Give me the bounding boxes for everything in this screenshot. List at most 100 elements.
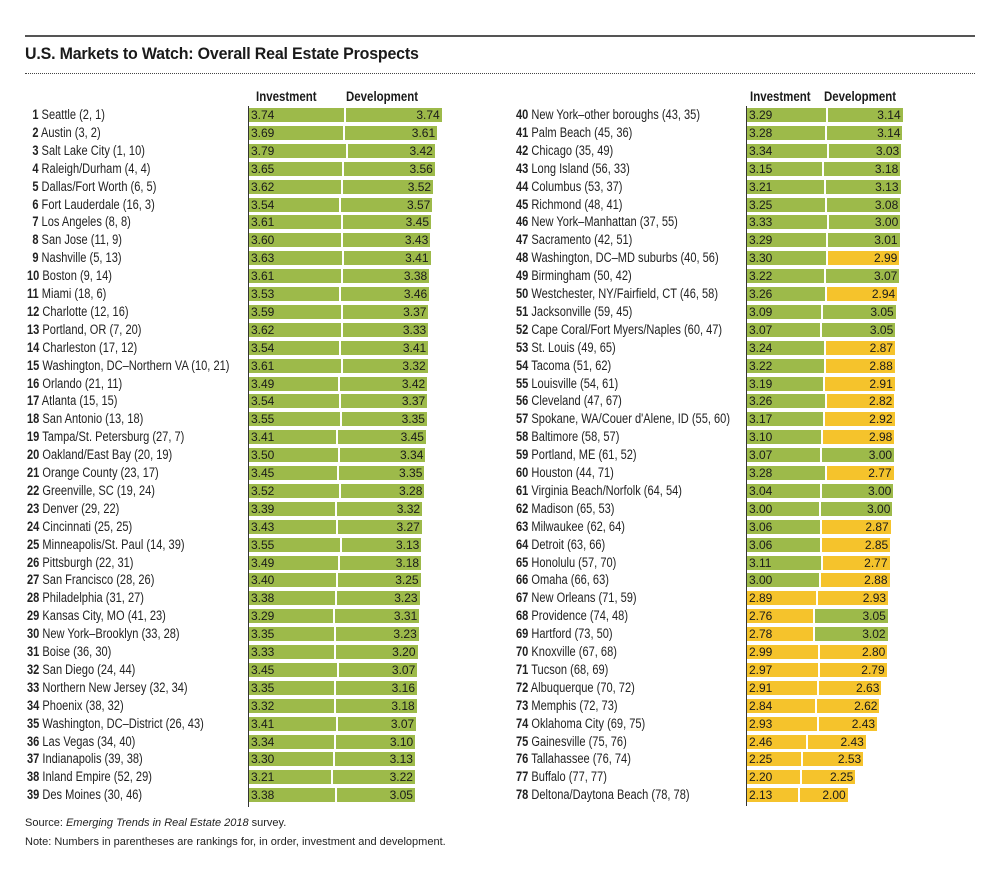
table-row: 40 New York–other boroughs (43, 35) 3.29 3… xyxy=(0,106,1000,124)
table-row: 44 Columbus (53, 37) 3.21 3.13 xyxy=(0,178,1000,196)
rank-number: 70 xyxy=(516,644,529,659)
rank-number: 58 xyxy=(516,429,529,445)
source-title: Emerging Trends in Real Estate 2018 xyxy=(65,817,249,829)
market-name: Columbus (53, 37) xyxy=(528,178,623,194)
market-name: Madison (65, 53) xyxy=(528,500,615,516)
market-label: 57 Spokane, WA/Couer d'Alene, ID (55, 60… xyxy=(516,410,730,428)
table-row: 56 Cleveland (47, 67) 3.26 2.82 xyxy=(0,392,1000,410)
market-label: 51 Jacksonville (59, 45) xyxy=(516,303,632,321)
investment-bar: 3.19 xyxy=(747,376,824,391)
table-row: 77 Buffalo (77, 77) 2.20 2.25 xyxy=(0,768,1000,786)
market-name: Portland, ME (61, 52) xyxy=(528,447,637,463)
market-name: Sacramento (42, 51) xyxy=(528,232,633,248)
left-development-header: Development xyxy=(346,88,419,104)
investment-bar: 3.25 xyxy=(747,197,825,212)
rank-number: 45 xyxy=(516,196,529,212)
market-label: 64 Detroit (63, 66) xyxy=(516,536,605,554)
development-bar: 2.88 xyxy=(825,358,895,373)
market-label: 50 Westchester, NY/Fairfield, CT (46, 58… xyxy=(516,285,718,303)
development-bar: 2.79 xyxy=(819,662,887,677)
market-label: 47 Sacramento (42, 51) xyxy=(516,231,632,249)
rank-number: 77 xyxy=(516,769,529,785)
market-name: Long Island (56, 33) xyxy=(528,160,630,176)
development-bar: 2.82 xyxy=(826,394,895,409)
investment-bar: 3.33 xyxy=(747,215,827,230)
table-row: 78 Deltona/Daytona Beach (78, 78) 2.13 2.0… xyxy=(0,786,1000,804)
table-row: 68 Providence (74, 48) 2.76 3.05 xyxy=(0,607,1000,625)
investment-bar: 3.22 xyxy=(747,269,824,284)
rank-number: 54 xyxy=(516,357,529,373)
table-row: 54 Tacoma (51, 62) 3.22 2.88 xyxy=(0,357,1000,375)
development-bar: 3.14 xyxy=(827,125,903,140)
market-label: 44 Columbus (53, 37) xyxy=(516,178,622,196)
investment-bar: 3.00 xyxy=(747,501,819,516)
investment-bar: 3.24 xyxy=(747,340,825,355)
market-name: Tallahassee (76, 74) xyxy=(528,751,631,767)
market-name: Westchester, NY/Fairfield, CT (46, 58) xyxy=(528,286,719,301)
market-label: 45 Richmond (48, 41) xyxy=(516,196,622,214)
investment-bar: 2.97 xyxy=(747,662,818,677)
table-row: 63 Milwaukee (62, 64) 3.06 2.87 xyxy=(0,518,1000,536)
source-prefix: Source: xyxy=(25,817,66,829)
investment-bar: 2.84 xyxy=(747,698,815,713)
rank-number: 43 xyxy=(516,160,529,176)
rank-number: 67 xyxy=(516,590,529,606)
market-label: 59 Portland, ME (61, 52) xyxy=(516,446,637,464)
market-name: Cleveland (47, 67) xyxy=(528,393,622,409)
development-bar: 3.07 xyxy=(825,269,900,284)
market-label: 48 Washington, DC–MD suburbs (40, 56) xyxy=(516,249,719,267)
development-bar: 2.25 xyxy=(801,770,856,785)
table-row: 43 Long Island (56, 33) 3.15 3.18 xyxy=(0,160,1000,178)
investment-bar: 3.15 xyxy=(747,161,823,176)
development-bar: 2.87 xyxy=(822,519,891,534)
market-name: Milwaukee (62, 64) xyxy=(528,518,625,534)
chart-title: U.S. Markets to Watch: Overall Real Esta… xyxy=(25,44,419,63)
market-label: 40 New York–other boroughs (43, 35) xyxy=(516,106,700,124)
table-row: 71 Tucson (68, 69) 2.97 2.79 xyxy=(0,661,1000,679)
rank-number: 53 xyxy=(516,339,529,355)
investment-bar: 3.06 xyxy=(747,537,821,552)
rank-number: 51 xyxy=(516,303,529,319)
development-bar: 2.00 xyxy=(799,788,848,803)
development-bar: 2.88 xyxy=(820,573,890,588)
table-row: 67 New Orleans (71, 59) 2.89 2.93 xyxy=(0,589,1000,607)
top-rule xyxy=(25,35,975,37)
table-row: 72 Albuquerque (70, 72) 2.91 2.63 xyxy=(0,679,1000,697)
investment-bar: 2.76 xyxy=(747,609,813,624)
rank-number: 68 xyxy=(516,608,529,624)
table-row: 45 Richmond (48, 41) 3.25 3.08 xyxy=(0,196,1000,214)
investment-bar: 3.07 xyxy=(747,448,821,463)
development-bar: 2.85 xyxy=(822,537,891,552)
development-bar: 2.92 xyxy=(824,412,895,427)
investment-bar: 2.93 xyxy=(747,716,818,731)
market-label: 42 Chicago (35, 49) xyxy=(516,142,613,160)
table-row: 58 Baltimore (58, 57) 3.10 2.98 xyxy=(0,428,1000,446)
table-row: 50 Westchester, NY/Fairfield, CT (46, 58… xyxy=(0,285,1000,303)
investment-bar: 2.89 xyxy=(747,591,817,606)
development-bar: 3.00 xyxy=(820,501,893,516)
rank-number: 64 xyxy=(516,536,529,552)
market-name: Washington, DC–MD suburbs (40, 56) xyxy=(528,250,719,266)
rank-number: 49 xyxy=(516,268,529,284)
table-row: 53 St. Louis (49, 65) 3.24 2.87 xyxy=(0,339,1000,357)
market-name: Providence (74, 48) xyxy=(528,608,629,624)
rank-number: 48 xyxy=(516,250,529,266)
development-bar: 2.91 xyxy=(825,376,895,391)
market-label: 58 Baltimore (58, 57) xyxy=(516,428,619,446)
development-bar: 3.13 xyxy=(825,179,901,194)
left-investment-header: Investment xyxy=(256,88,317,104)
rank-number: 62 xyxy=(516,500,529,516)
investment-bar: 3.21 xyxy=(747,179,824,194)
development-bar: 2.80 xyxy=(820,645,888,659)
market-name: New Orleans (71, 59) xyxy=(528,590,637,606)
market-name: Richmond (48, 41) xyxy=(528,196,623,212)
rank-number: 71 xyxy=(516,661,529,677)
investment-bar: 2.20 xyxy=(747,770,800,785)
investment-bar: 2.13 xyxy=(747,788,798,803)
investment-bar: 2.91 xyxy=(747,680,817,695)
development-bar: 3.05 xyxy=(814,609,888,624)
development-bar: 3.00 xyxy=(822,448,895,463)
investment-bar: 3.30 xyxy=(747,251,826,266)
rank-number: 69 xyxy=(516,626,529,642)
market-name: Spokane, WA/Couer d'Alene, ID (55, 60) xyxy=(528,411,731,427)
